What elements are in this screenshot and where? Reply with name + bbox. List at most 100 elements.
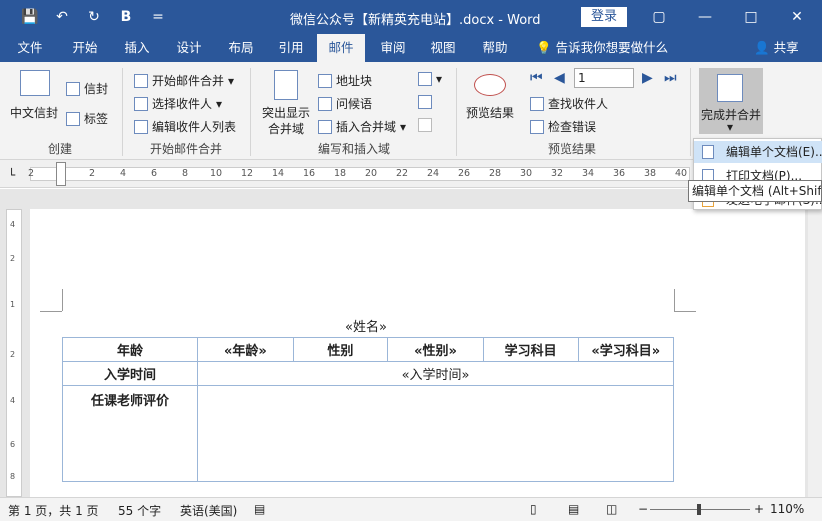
table-cell[interactable]: «入学时间» (197, 361, 674, 386)
group-separator (122, 68, 123, 156)
ruler-number: 32 (551, 168, 564, 179)
table-cell[interactable]: 学习科目 (482, 337, 579, 362)
preview-results-button[interactable]: 预览结果 (466, 104, 514, 121)
save-icon[interactable]: 💾 (18, 7, 42, 27)
maximize-icon[interactable]: □ (728, 0, 774, 34)
ruler-number: 1 (10, 300, 16, 309)
menu-item-edit-individual[interactable]: 编辑单个文档(E)... (694, 141, 822, 163)
address-block-button[interactable]: 地址块 (318, 72, 372, 89)
customize-qat-icon[interactable]: = (146, 7, 170, 27)
tab-view[interactable]: 视图 (420, 34, 466, 62)
group-separator (690, 68, 691, 156)
table-cell[interactable]: «年龄» (197, 337, 294, 362)
start-mail-merge-button[interactable]: 开始邮件合并 ▾ (134, 72, 234, 89)
tab-selector-icon[interactable]: └ (8, 168, 15, 182)
margin-corner-mark (674, 311, 696, 312)
edit-list-icon (134, 119, 148, 134)
tab-layout[interactable]: 布局 (218, 34, 264, 62)
table-cell[interactable]: 入学时间 (61, 361, 199, 386)
share-button[interactable]: 👤 共享 (754, 34, 799, 62)
ruler-number: 6 (10, 440, 16, 449)
tab-home[interactable]: 开始 (60, 34, 110, 62)
last-record-icon[interactable]: ⏭ (664, 70, 677, 86)
ruler-number: 20 (365, 168, 378, 179)
chinese-envelope-icon (20, 70, 50, 96)
tell-me-search[interactable]: 💡 告诉我你想要做什么 (536, 34, 668, 62)
record-number-input[interactable]: 1 (574, 68, 634, 88)
ruler-number: 14 (272, 168, 285, 179)
redo-icon[interactable]: ↻ (82, 7, 106, 27)
status-bar: 第 1 页，共 1 页 55 个字 英语(美国) ▤ ▯ ▤ ◫ − + 110… (0, 497, 822, 521)
group-label-create: 创建 (48, 142, 73, 156)
tab-insert[interactable]: 插入 (114, 34, 160, 62)
web-layout-icon[interactable]: ◫ (606, 502, 617, 516)
chinese-envelope-button[interactable]: 中文信封 (10, 104, 58, 121)
table-cell[interactable]: 性别 (292, 337, 389, 362)
find-recipient-button[interactable]: 查找收件人 (530, 95, 608, 112)
tab-file[interactable]: 文件 (8, 34, 52, 62)
match-fields-button[interactable] (418, 95, 432, 109)
zoom-in-icon[interactable]: + (754, 502, 764, 516)
edit-recipient-list-button[interactable]: 编辑收件人列表 (134, 118, 236, 135)
table-cell[interactable]: 年龄 (61, 337, 199, 362)
ruler-number: 2 (10, 350, 16, 359)
zoom-slider-thumb[interactable] (697, 504, 701, 515)
labels-button[interactable]: 标签 (66, 110, 108, 127)
insert-merge-field-button[interactable]: 插入合并域 ▾ (318, 118, 406, 135)
next-record-icon[interactable]: ▶ (642, 70, 653, 86)
tab-help[interactable]: 帮助 (472, 34, 518, 62)
zoom-level[interactable]: 110% (770, 502, 804, 516)
check-errors-button[interactable]: 检查错误 (530, 118, 596, 135)
vertical-ruler[interactable]: 4 2 1 2 4 6 8 (6, 209, 22, 497)
tab-review[interactable]: 审阅 (370, 34, 416, 62)
chevron-down-icon: ▾ (400, 119, 407, 134)
ribbon-display-options-icon[interactable]: ▢ (636, 0, 682, 34)
greeting-line-button[interactable]: 问候语 (318, 95, 372, 112)
ruler-number: 22 (396, 168, 409, 179)
ruler-number: 2 (10, 254, 16, 263)
word-count[interactable]: 55 个字 (118, 502, 161, 519)
read-mode-icon[interactable]: ▯ (530, 502, 537, 516)
rules-button[interactable]: ▾ (418, 72, 442, 86)
accessibility-icon[interactable]: ▤ (254, 502, 265, 516)
print-layout-icon[interactable]: ▤ (568, 502, 579, 516)
tab-mailings[interactable]: 邮件 (317, 34, 365, 62)
table-cell[interactable] (197, 385, 674, 482)
highlight-merge-fields-button-line2[interactable]: 合并域 (268, 120, 304, 137)
finish-merge-icon (717, 74, 743, 102)
share-label: 共享 (773, 40, 799, 55)
page-count[interactable]: 第 1 页，共 1 页 (8, 502, 99, 519)
ruler-number: 34 (582, 168, 595, 179)
envelope-button[interactable]: 信封 (66, 80, 108, 97)
minimize-icon[interactable]: — (682, 0, 728, 34)
undo-icon[interactable]: ↶ (50, 7, 74, 27)
match-fields-icon (418, 95, 432, 109)
zoom-out-icon[interactable]: − (638, 502, 648, 516)
finish-merge-button[interactable]: 完成并合并 ▾ (699, 68, 763, 134)
name-merge-field[interactable]: «姓名» (345, 316, 387, 335)
vertical-scrollbar[interactable] (808, 189, 822, 497)
table-cell[interactable]: 任课老师评价 (61, 385, 199, 482)
ruler-number: 36 (613, 168, 626, 179)
close-icon[interactable]: ✕ (774, 0, 820, 34)
table-cell[interactable]: «学习科目» (577, 337, 674, 362)
first-record-icon[interactable]: ⏮ (530, 70, 543, 86)
login-button[interactable]: 登录 (581, 7, 627, 27)
margin-corner-mark (674, 289, 675, 311)
chevron-down-icon: ▾ (216, 96, 223, 111)
tell-me-label: 告诉我你想要做什么 (555, 40, 669, 55)
ruler-number: 8 (10, 472, 16, 481)
ruler-number: 2 (28, 168, 35, 179)
tab-references[interactable]: 引用 (268, 34, 314, 62)
highlight-merge-fields-button-line1[interactable]: 突出显示 (262, 104, 310, 121)
chevron-down-icon: ▾ (228, 73, 235, 88)
select-recipients-button[interactable]: 选择收件人 ▾ (134, 95, 222, 112)
previous-record-icon[interactable]: ◀ (554, 70, 565, 86)
bold-icon[interactable]: B (114, 7, 138, 27)
tab-design[interactable]: 设计 (166, 34, 212, 62)
ruler-number: 28 (489, 168, 502, 179)
language-indicator[interactable]: 英语(美国) (180, 502, 237, 519)
update-labels-button[interactable] (418, 118, 432, 132)
indent-marker[interactable] (56, 162, 66, 186)
table-cell[interactable]: «性别» (387, 337, 484, 362)
